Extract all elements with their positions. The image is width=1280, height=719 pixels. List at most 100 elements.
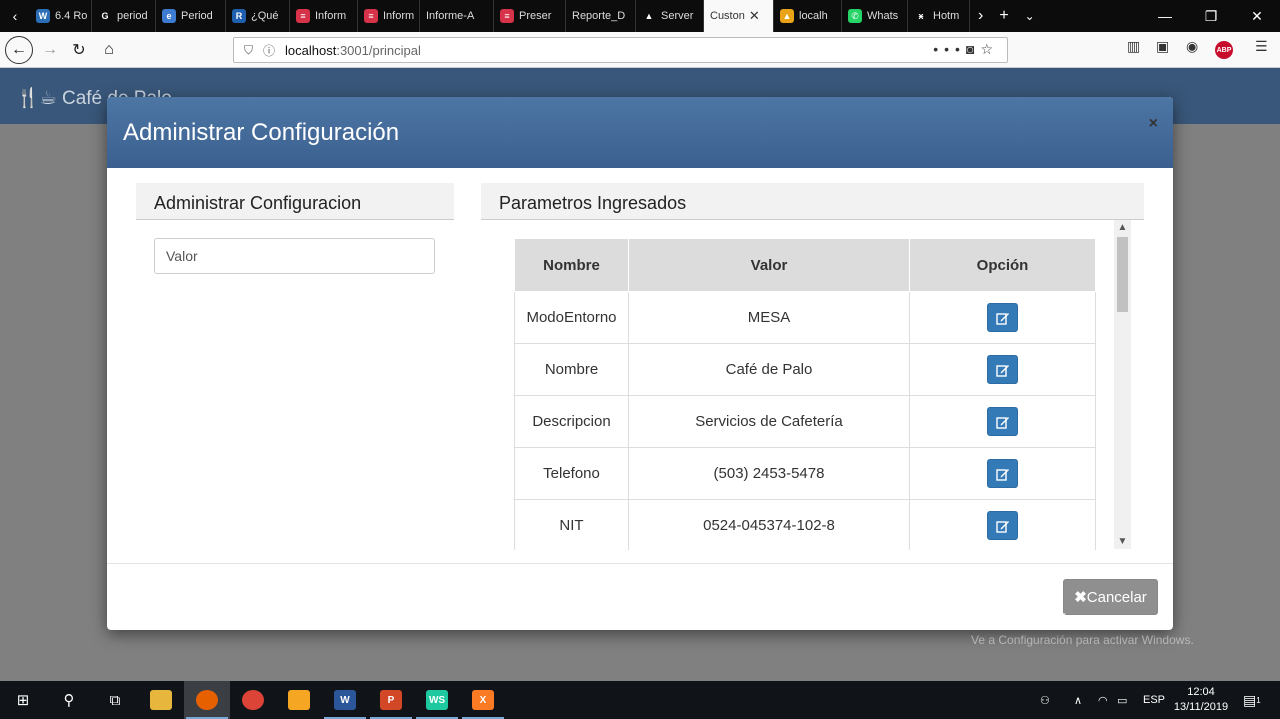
reload-icon[interactable]: ↻: [67, 38, 91, 62]
tracking-shield-icon[interactable]: ⛉: [244, 43, 253, 58]
tray-expand-icon[interactable]: ∧: [1074, 681, 1082, 719]
close-window-icon[interactable]: ✕: [1234, 0, 1280, 32]
people-icon[interactable]: ⚇: [1040, 681, 1050, 719]
notification-count: 1: [1256, 695, 1261, 705]
cell-valor: Café de Palo: [628, 343, 910, 396]
url-text[interactable]: localhost:3001/principal: [285, 43, 421, 58]
tab-label: Reporte_D: [572, 10, 626, 22]
new-tab-icon[interactable]: +: [991, 7, 1016, 25]
params-panel-heading: Parametros Ingresados: [481, 183, 1144, 220]
account-icon[interactable]: ◉: [1186, 38, 1198, 55]
tab-scroll-right-icon[interactable]: ›: [970, 7, 991, 25]
battery-icon[interactable]: ▭: [1117, 681, 1127, 719]
browser-tab[interactable]: ≡ Inform: [290, 0, 358, 32]
word-icon[interactable]: W: [322, 681, 368, 719]
browser-tab[interactable]: ✆ Whats: [842, 0, 908, 32]
bookmark-star-icon[interactable]: ☆: [980, 41, 999, 57]
paint-app-icon[interactable]: [276, 681, 322, 719]
tab-label: localh: [799, 10, 828, 22]
tab-favicon-icon: e: [162, 9, 176, 23]
cell-valor: (503) 2453-5478: [628, 447, 910, 500]
firefox-icon[interactable]: [184, 681, 230, 719]
browser-tab[interactable]: ≡ Inform: [358, 0, 420, 32]
tab-label: ¿Qué: [251, 10, 279, 22]
forward-arrow-icon[interactable]: →: [38, 38, 62, 62]
browser-tab[interactable]: W 6.4 Ro: [30, 0, 92, 32]
cancel-label: Cancelar: [1086, 588, 1147, 606]
notifications-icon[interactable]: ▤ 1: [1243, 681, 1261, 719]
column-header-opcion: Opción: [909, 238, 1096, 292]
browser-tab[interactable]: ≡ Preser: [494, 0, 566, 32]
scroll-up-icon[interactable]: ▲: [1114, 222, 1131, 233]
tab-favicon-icon: ≡: [296, 9, 310, 23]
taskbar-clock[interactable]: 12:04 13/11/2019: [1170, 685, 1232, 715]
menu-icon[interactable]: ☰: [1255, 38, 1268, 55]
cell-opcion: [909, 499, 1096, 550]
url-bar[interactable]: ⛉ ⓘ localhost:3001/principal •••◙☆: [233, 37, 1008, 63]
browser-tab[interactable]: Gperiod: [92, 0, 156, 32]
edit-icon: [995, 468, 1009, 481]
cell-valor: Servicios de Cafetería: [628, 395, 910, 448]
edit-icon: [995, 416, 1009, 429]
browser-tab[interactable]: ▲ localh: [774, 0, 842, 32]
search-icon[interactable]: ⚲: [46, 681, 92, 719]
tab-label: Hotm: [933, 10, 960, 22]
task-view-icon[interactable]: ⧉: [92, 681, 138, 719]
activation-watermark-subtitle: Ve a Configuración para activar Windows.: [971, 633, 1194, 647]
file-explorer-icon[interactable]: [138, 681, 184, 719]
tab-favicon-icon: ▲: [780, 9, 794, 23]
webstorm-icon[interactable]: WS: [414, 681, 460, 719]
valor-input[interactable]: [154, 238, 435, 274]
table-row: Descripcion Servicios de Cafetería: [514, 395, 1096, 448]
edit-icon: [995, 364, 1009, 377]
wifi-icon[interactable]: ◠: [1098, 681, 1108, 719]
tab-label: Inform: [383, 10, 415, 22]
tab-scroll-left-icon[interactable]: ‹: [0, 0, 30, 32]
page-actions-icon[interactable]: •••: [933, 41, 966, 57]
edit-button[interactable]: [987, 459, 1018, 488]
config-form-panel: Administrar Configuracion: [136, 183, 454, 274]
tab-favicon-icon: ✆: [848, 9, 862, 23]
tab-list-dropdown-icon[interactable]: ⌄: [1017, 9, 1043, 23]
browser-tab[interactable]: ӿ Hotm: [908, 0, 970, 32]
browser-tab[interactable]: ▲ Server: [636, 0, 704, 32]
minimize-icon[interactable]: —: [1142, 0, 1188, 32]
home-icon[interactable]: ⌂: [97, 38, 121, 62]
xampp-icon[interactable]: X: [460, 681, 506, 719]
edit-button[interactable]: [987, 355, 1018, 384]
url-path: :3001/principal: [336, 42, 421, 58]
browser-tab[interactable]: e Period: [156, 0, 226, 32]
restore-icon[interactable]: ❐: [1188, 0, 1234, 32]
browser-tab[interactable]: Informe-A: [420, 0, 494, 32]
tab-list: W 6.4 Ro Gperiod e Period R ¿Qué ≡ Inform ≡ Inform…: [30, 0, 970, 32]
windows-start-icon[interactable]: ⊞: [0, 681, 46, 719]
language-indicator[interactable]: ESP: [1143, 681, 1165, 719]
library-icon[interactable]: ▥: [1127, 38, 1140, 55]
edit-button[interactable]: [987, 303, 1018, 332]
site-info-icon[interactable]: ⓘ: [263, 42, 275, 59]
sidebar-icon[interactable]: ▣: [1156, 38, 1169, 55]
tab-label: Inform: [315, 10, 347, 22]
modal-close-button[interactable]: ×: [1149, 115, 1158, 133]
scroll-thumb[interactable]: [1117, 237, 1128, 312]
tab-label: Informe-A: [426, 10, 475, 22]
powerpoint-icon[interactable]: P: [368, 681, 414, 719]
edit-icon: [995, 520, 1009, 533]
edit-button[interactable]: [987, 407, 1018, 436]
close-tab-icon[interactable]: ✕: [749, 8, 760, 24]
tab-label: Whats: [867, 10, 899, 22]
tab-favicon-icon: ≡: [500, 9, 514, 23]
scroll-down-icon[interactable]: ▼: [1114, 536, 1131, 547]
cell-opcion: [909, 395, 1096, 448]
cell-opcion: [909, 291, 1096, 344]
back-arrow-icon[interactable]: ←: [5, 36, 33, 64]
adblock-icon[interactable]: ABP: [1215, 41, 1233, 59]
pocket-icon[interactable]: ◙: [966, 41, 980, 57]
edit-button[interactable]: [987, 511, 1018, 540]
chrome-icon[interactable]: [230, 681, 276, 719]
params-table-container: Nombre Valor Opción ModoEntorno MESA Nombr…: [481, 220, 1144, 550]
browser-tab[interactable]: Reporte_D: [566, 0, 636, 32]
browser-tab[interactable]: R ¿Qué: [226, 0, 290, 32]
browser-tab[interactable]: Custon ✕: [704, 0, 774, 32]
table-scrollbar[interactable]: ▲ ▼: [1114, 220, 1131, 549]
